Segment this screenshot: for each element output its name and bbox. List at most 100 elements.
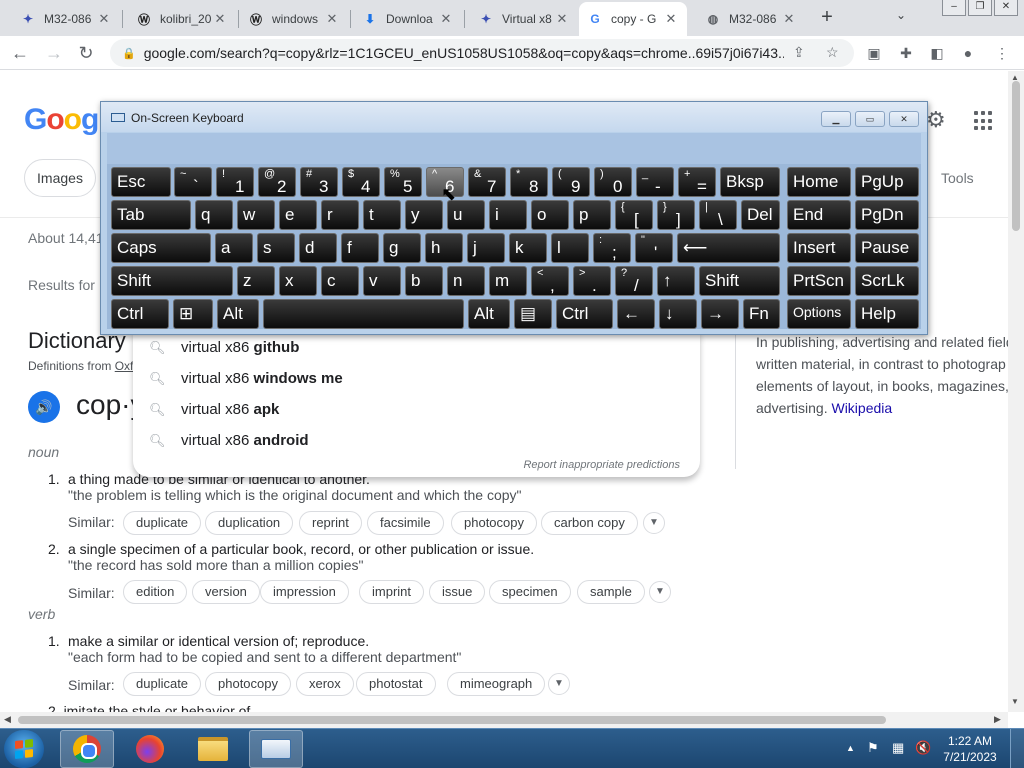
scroll-right-icon[interactable]: ▶ — [994, 714, 1001, 725]
settings-gear-icon[interactable]: ⚙ — [926, 107, 946, 133]
osk-key-pgup[interactable]: PgUp — [855, 167, 919, 197]
back-icon[interactable]: ← — [8, 42, 32, 64]
close-tab-icon[interactable]: ✕ — [554, 11, 570, 27]
system-clock[interactable]: 1:22 AM 7/21/2023 — [940, 733, 1000, 765]
start-button[interactable] — [4, 730, 44, 768]
reload-icon[interactable]: ↻ — [74, 42, 98, 64]
close-tab-icon[interactable]: ✕ — [212, 11, 228, 27]
osk-key-pause[interactable]: Pause — [855, 233, 919, 263]
puzzle-icon[interactable]: ✚ — [897, 44, 915, 62]
google-logo[interactable]: Googl — [24, 103, 107, 137]
suggestion-item[interactable]: 🔍︎ virtual x86 github — [133, 332, 700, 363]
side-panel-icon[interactable]: ◧ — [928, 44, 946, 62]
tray-expand-icon[interactable]: ▲ — [846, 743, 855, 753]
minimize-button[interactable]: – — [942, 0, 966, 16]
osk-key-shift[interactable]: Shift — [111, 266, 233, 296]
menu-kebab-icon[interactable]: ⋮ — [993, 44, 1011, 62]
osk-key-del[interactable]: Del — [741, 200, 780, 230]
osk-key-3[interactable]: #3 — [300, 167, 338, 197]
browser-tab[interactable]: ⬇ Downloa ✕ — [354, 4, 462, 34]
close-tab-icon[interactable]: ✕ — [781, 11, 797, 27]
similar-word-chip[interactable]: carbon copy — [541, 511, 638, 535]
osk-key-m[interactable]: m — [489, 266, 527, 296]
osk-key-fn[interactable]: Fn — [743, 299, 780, 329]
osk-key-u44[interactable]: <, — [531, 266, 569, 296]
forward-icon[interactable]: → — [42, 42, 66, 64]
scroll-thumb[interactable] — [18, 716, 886, 724]
expand-chevron-icon[interactable]: ▼ — [548, 673, 570, 695]
osk-key-arrow-down[interactable]: ↓ — [659, 299, 697, 329]
osk-key-v[interactable]: v — [363, 266, 401, 296]
apps-grid-icon[interactable] — [974, 111, 994, 131]
close-tab-icon[interactable]: ✕ — [324, 11, 340, 27]
browser-tab[interactable]: ✦ M32-086 ✕ — [12, 4, 120, 34]
osk-key-scrlk[interactable]: ScrLk — [855, 266, 919, 296]
osk-key-r[interactable]: r — [321, 200, 359, 230]
osk-key-h[interactable]: h — [425, 233, 463, 263]
browser-tab[interactable]: Ⓦkolibri_20 ✕ — [128, 4, 236, 34]
osk-key-home[interactable]: Home — [787, 167, 851, 197]
osk-key-menu-key[interactable]: ▤ — [514, 299, 552, 329]
similar-word-chip[interactable]: facsimile — [367, 511, 444, 535]
osk-key-x[interactable]: x — [279, 266, 317, 296]
osk-key-g[interactable]: g — [383, 233, 421, 263]
show-desktop-button[interactable] — [1010, 729, 1024, 768]
similar-word-chip[interactable]: duplication — [205, 511, 294, 535]
osk-key-shift[interactable]: Shift — [699, 266, 780, 296]
osk-key-arrow-left[interactable]: ← — [617, 299, 655, 329]
osk-key-u47[interactable]: ? / — [615, 266, 653, 296]
osk-key-u46[interactable]: >. — [573, 266, 611, 296]
osk-key-e[interactable]: e — [279, 200, 317, 230]
osk-key-u92[interactable]: | \ — [699, 200, 737, 230]
osk-key-u61[interactable]: + = — [678, 167, 716, 197]
osk-key--[interactable]: _ - — [636, 167, 674, 197]
vertical-scrollbar[interactable]: ▲ ▼ — [1008, 71, 1024, 712]
osk-key-ctrl[interactable]: Ctrl — [556, 299, 613, 329]
osk-key-b[interactable]: b — [405, 266, 443, 296]
suggestion-item[interactable]: 🔍︎ virtual x86 apk — [133, 394, 700, 425]
osk-key-ctrl[interactable]: Ctrl — [111, 299, 169, 329]
tools-button[interactable]: Tools — [941, 170, 974, 186]
osk-minimize-button[interactable]: ▁ — [821, 111, 851, 127]
osk-key-backspace-arrow[interactable]: ⟵ — [677, 233, 780, 263]
osk-key-f[interactable]: f — [341, 233, 379, 263]
osk-key-prtscn[interactable]: PrtScn — [787, 266, 851, 296]
osk-key-i[interactable]: i — [489, 200, 527, 230]
osk-key-u39[interactable]: " ' — [635, 233, 673, 263]
similar-word-chip[interactable]: sample — [577, 580, 645, 604]
osk-key-arrow-up[interactable]: ↑ — [657, 266, 695, 296]
osk-key-end[interactable]: End — [787, 200, 851, 230]
similar-word-chip[interactable]: photostat — [356, 672, 436, 696]
osk-key-u96[interactable]: ~ ` — [174, 167, 212, 197]
osk-key-q[interactable]: q — [195, 200, 233, 230]
scroll-down-icon[interactable]: ▼ — [1011, 697, 1019, 706]
action-center-icon[interactable]: ⚑ — [867, 740, 879, 756]
browser-tab[interactable]: ✦ Virtual x8 ✕ — [470, 4, 578, 34]
osk-key-7[interactable]: & 7 — [468, 167, 506, 197]
restore-button[interactable]: ❐ — [968, 0, 992, 16]
osk-key-j[interactable]: j — [467, 233, 505, 263]
speaker-icon[interactable]: 🔊 — [28, 391, 60, 423]
report-predictions-link[interactable]: Report inappropriate predictions — [523, 459, 680, 471]
lock-icon[interactable]: 🔒 — [122, 47, 136, 60]
similar-word-chip[interactable]: mimeograph — [447, 672, 546, 696]
similar-word-chip[interactable]: xerox — [296, 672, 354, 696]
close-tab-icon[interactable]: ✕ — [96, 11, 112, 27]
osk-key-u59[interactable]: :; — [593, 233, 631, 263]
volume-muted-icon[interactable]: 🔇 — [915, 740, 931, 756]
osk-key-insert[interactable]: Insert — [787, 233, 851, 263]
similar-word-chip[interactable]: edition — [123, 580, 188, 604]
osk-key-0[interactable]: ) 0 — [594, 167, 632, 197]
osk-key-pgdn[interactable]: PgDn — [855, 200, 919, 230]
similar-word-chip[interactable]: imprint — [359, 580, 425, 604]
close-tab-icon[interactable]: ✕ — [438, 11, 454, 27]
close-tab-icon[interactable]: ✕ — [663, 11, 679, 27]
bookmark-star-icon[interactable]: ☆ — [826, 44, 839, 61]
taskbar-osk[interactable] — [249, 730, 303, 768]
scroll-thumb[interactable] — [1012, 81, 1020, 231]
osk-key-1[interactable]: ! 1 — [216, 167, 254, 197]
osk-key-esc[interactable]: Esc — [111, 167, 171, 197]
similar-word-chip[interactable]: impression — [260, 580, 349, 604]
similar-word-chip[interactable]: photocopy — [451, 511, 537, 535]
oxford-link[interactable]: Oxf — [115, 359, 134, 373]
